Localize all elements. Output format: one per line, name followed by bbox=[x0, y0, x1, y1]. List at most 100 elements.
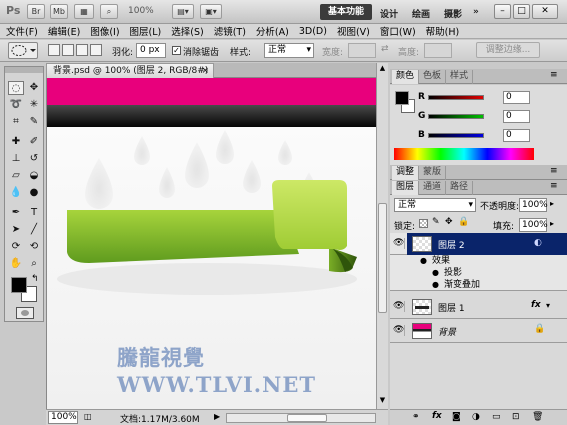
new-group-icon[interactable]: ▭ bbox=[492, 412, 501, 422]
channel-r-input[interactable]: 0 bbox=[503, 91, 530, 104]
workspace-design[interactable]: 设计 bbox=[380, 7, 398, 20]
scroll-up-icon[interactable]: ▲ bbox=[378, 64, 387, 74]
menu-filter[interactable]: 滤镜(T) bbox=[214, 24, 246, 38]
marquee-tool-icon[interactable]: ◌ bbox=[8, 81, 24, 95]
status-arrow-icon[interactable]: ▶ bbox=[214, 412, 220, 421]
height-input[interactable] bbox=[424, 43, 452, 58]
add-style-icon[interactable]: fx bbox=[432, 411, 442, 421]
hand-zoom-button[interactable]: ⌕ bbox=[100, 4, 118, 19]
menu-window[interactable]: 窗口(W) bbox=[380, 24, 416, 38]
delete-layer-icon[interactable]: 🗑 bbox=[532, 412, 543, 422]
status-zoom[interactable]: 100% bbox=[48, 411, 78, 424]
scroll-thumb[interactable] bbox=[378, 203, 387, 313]
refine-edge-button[interactable]: 调整边缘... bbox=[476, 42, 540, 58]
layer1-name[interactable]: 图层 1 bbox=[438, 301, 465, 314]
feather-input[interactable]: 0 px bbox=[136, 43, 166, 58]
opacity-dropdown-icon[interactable]: ▸ bbox=[550, 199, 554, 208]
vertical-scrollbar[interactable]: ▲ ▼ bbox=[376, 63, 388, 409]
channel-g-input[interactable]: 0 bbox=[503, 110, 530, 123]
tab-layers[interactable]: 图层 bbox=[392, 181, 420, 195]
brush-tool-icon[interactable]: ✐ bbox=[26, 135, 42, 149]
channel-b-slider[interactable] bbox=[428, 133, 484, 138]
visibility-eye-icon[interactable]: 👁 bbox=[393, 238, 405, 249]
effect-gradient-overlay-row[interactable]: ● 渐变叠加 bbox=[390, 279, 567, 291]
layer-row-layer2[interactable]: 👁 图层 2 ◐ bbox=[390, 233, 567, 255]
visibility-eye-icon[interactable]: 👁 bbox=[393, 325, 405, 336]
background-name[interactable]: 背景 bbox=[438, 325, 456, 338]
status-info-icon[interactable]: ◫ bbox=[84, 412, 92, 421]
new-selection-icon[interactable] bbox=[48, 44, 60, 56]
pen-tool-icon[interactable]: ✒ bbox=[8, 206, 24, 220]
horizontal-scrollbar[interactable] bbox=[226, 413, 376, 423]
adjust-menu-icon[interactable]: ≡ bbox=[550, 166, 558, 176]
menu-select[interactable]: 选择(S) bbox=[171, 24, 203, 38]
lasso-tool-icon[interactable]: ➰ bbox=[8, 98, 24, 112]
tab-paths[interactable]: 路径 bbox=[446, 181, 474, 195]
h-scroll-thumb[interactable] bbox=[287, 414, 327, 422]
effects-row[interactable]: ● 效果 bbox=[390, 255, 567, 267]
document-tab[interactable]: 背景.psd @ 100% (图层 2, RGB/8#) * × bbox=[46, 63, 214, 90]
bridge-button[interactable]: Br bbox=[27, 4, 45, 19]
new-layer-icon[interactable]: ⊡ bbox=[512, 412, 520, 422]
menu-3d[interactable]: 3D(D) bbox=[299, 26, 327, 37]
history-brush-icon[interactable]: ↺ bbox=[26, 152, 42, 166]
tool-preset-picker[interactable] bbox=[8, 42, 38, 59]
minimize-button[interactable]: – bbox=[494, 4, 511, 19]
close-tab-icon[interactable]: × bbox=[201, 64, 209, 78]
healing-brush-icon[interactable]: ✚ bbox=[8, 135, 24, 149]
swap-icon[interactable]: ⇄ bbox=[381, 44, 389, 54]
tab-swatches[interactable]: 色板 bbox=[419, 70, 447, 84]
clone-stamp-icon[interactable]: ⊥ bbox=[8, 152, 24, 166]
blur-tool-icon[interactable]: 💧 bbox=[8, 186, 24, 200]
lock-pixels-icon[interactable]: ✎ bbox=[432, 217, 440, 227]
workspace-painting[interactable]: 绘画 bbox=[412, 7, 430, 20]
path-select-icon[interactable]: ➤ bbox=[8, 223, 24, 237]
menu-file[interactable]: 文件(F) bbox=[6, 24, 38, 38]
dodge-tool-icon[interactable]: ● bbox=[26, 186, 42, 200]
layer1-expand-icon[interactable]: ▾ bbox=[546, 301, 550, 310]
layer2-name[interactable]: 图层 2 bbox=[438, 238, 465, 251]
menu-edit[interactable]: 编辑(E) bbox=[48, 24, 80, 38]
menu-help[interactable]: 帮助(H) bbox=[426, 24, 460, 38]
drop-shadow-eye-icon[interactable]: ● bbox=[432, 267, 439, 279]
tab-color[interactable]: 颜色 bbox=[392, 70, 420, 84]
panel-menu-icon[interactable]: ≡ bbox=[550, 70, 558, 80]
add-to-selection-icon[interactable] bbox=[62, 44, 74, 56]
type-tool-icon[interactable]: T bbox=[26, 206, 42, 220]
lock-position-icon[interactable]: ✥ bbox=[445, 217, 453, 227]
blend-mode-select[interactable]: 正常 ▾ bbox=[394, 198, 476, 212]
channel-g-slider[interactable] bbox=[428, 114, 484, 119]
mini-bridge-button[interactable]: Mb bbox=[50, 4, 68, 19]
menu-analysis[interactable]: 分析(A) bbox=[256, 24, 289, 38]
3d-orbit-icon[interactable]: ⟲ bbox=[26, 240, 42, 254]
view-extras-button[interactable]: ▦ bbox=[74, 4, 94, 19]
quick-mask-icon[interactable] bbox=[16, 307, 34, 319]
fill-dropdown-icon[interactable]: ▸ bbox=[550, 219, 554, 228]
toolbox-grip[interactable] bbox=[5, 67, 43, 73]
lock-transparent-icon[interactable] bbox=[419, 219, 428, 228]
width-input[interactable] bbox=[348, 43, 376, 58]
workspace-essentials[interactable]: 基本功能 bbox=[320, 4, 372, 20]
add-mask-icon[interactable]: ◙ bbox=[452, 412, 461, 422]
layers-menu-icon[interactable]: ≡ bbox=[550, 181, 558, 191]
tab-adjustments[interactable]: 调整 bbox=[392, 166, 420, 180]
style-select[interactable]: 正常 ▾ bbox=[264, 43, 314, 58]
tab-channels[interactable]: 通道 bbox=[419, 181, 447, 195]
workspace-photography[interactable]: 摄影 bbox=[444, 7, 462, 20]
maximize-button[interactable]: □ bbox=[513, 4, 530, 19]
eraser-icon[interactable]: ▱ bbox=[8, 169, 24, 183]
layer-row-layer1[interactable]: 👁 图层 1 fx ▾ bbox=[390, 295, 567, 319]
layer1-fx-icon[interactable]: fx bbox=[531, 300, 541, 310]
effects-eye-icon[interactable]: ● bbox=[420, 255, 427, 267]
eyedropper-icon[interactable]: ✎ bbox=[26, 115, 42, 129]
effect-drop-shadow-row[interactable]: ● 投影 bbox=[390, 267, 567, 279]
lock-all-icon[interactable]: 🔒 bbox=[458, 217, 469, 227]
channel-b-input[interactable]: 0 bbox=[503, 129, 530, 142]
opacity-input[interactable]: 100% bbox=[519, 198, 548, 212]
tab-masks[interactable]: 蒙版 bbox=[419, 166, 447, 180]
paint-bucket-icon[interactable]: ◒ bbox=[26, 169, 42, 183]
link-layers-icon[interactable]: ⚭ bbox=[412, 412, 420, 422]
magic-wand-icon[interactable]: ✳ bbox=[26, 98, 42, 112]
gradient-overlay-eye-icon[interactable]: ● bbox=[432, 279, 439, 291]
visibility-eye-icon[interactable]: 👁 bbox=[393, 301, 405, 312]
